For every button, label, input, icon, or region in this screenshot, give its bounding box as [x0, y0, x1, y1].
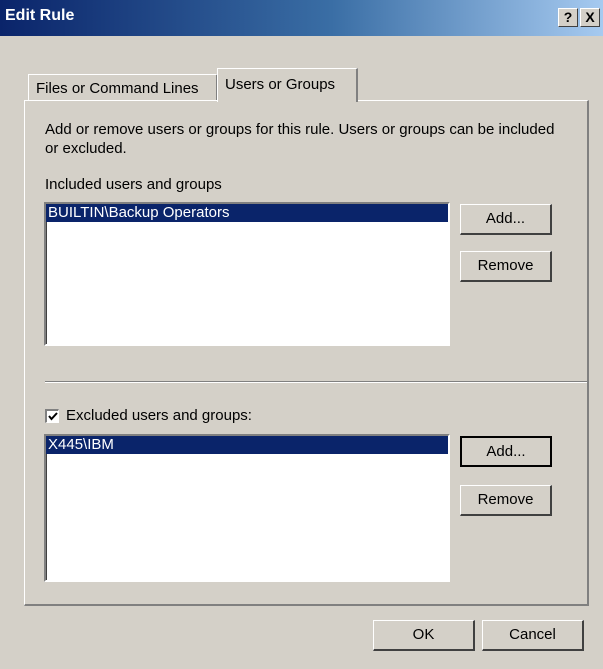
window-title: Edit Rule: [5, 7, 75, 24]
check-icon: [48, 412, 58, 421]
included-remove-button[interactable]: Remove: [460, 251, 552, 282]
tab-files-or-command-lines[interactable]: Files or Command Lines: [28, 74, 218, 101]
excluded-label: Excluded users and groups:: [66, 407, 252, 424]
list-item[interactable]: BUILTIN\Backup Operators: [46, 204, 448, 222]
close-button[interactable]: X: [580, 8, 600, 27]
separator: [45, 381, 587, 383]
tab-label: Files or Command Lines: [36, 80, 199, 97]
included-label: Included users and groups: [45, 176, 222, 193]
help-button[interactable]: ?: [558, 8, 578, 27]
tab-label: Users or Groups: [225, 76, 336, 93]
list-item[interactable]: X445\IBM: [46, 436, 448, 454]
included-add-button[interactable]: Add...: [460, 204, 552, 235]
excluded-remove-button[interactable]: Remove: [460, 485, 552, 516]
excluded-checkbox[interactable]: [45, 409, 59, 423]
title-bar[interactable]: Edit Rule ? X: [0, 0, 603, 36]
tab-users-or-groups[interactable]: Users or Groups: [217, 68, 358, 102]
ok-button[interactable]: OK: [373, 620, 475, 651]
excluded-listbox[interactable]: X445\IBM: [44, 434, 450, 582]
excluded-add-button[interactable]: Add...: [460, 436, 552, 467]
panel-description: Add or remove users or groups for this r…: [45, 121, 555, 157]
included-listbox[interactable]: BUILTIN\Backup Operators: [44, 202, 450, 346]
cancel-button[interactable]: Cancel: [482, 620, 584, 651]
